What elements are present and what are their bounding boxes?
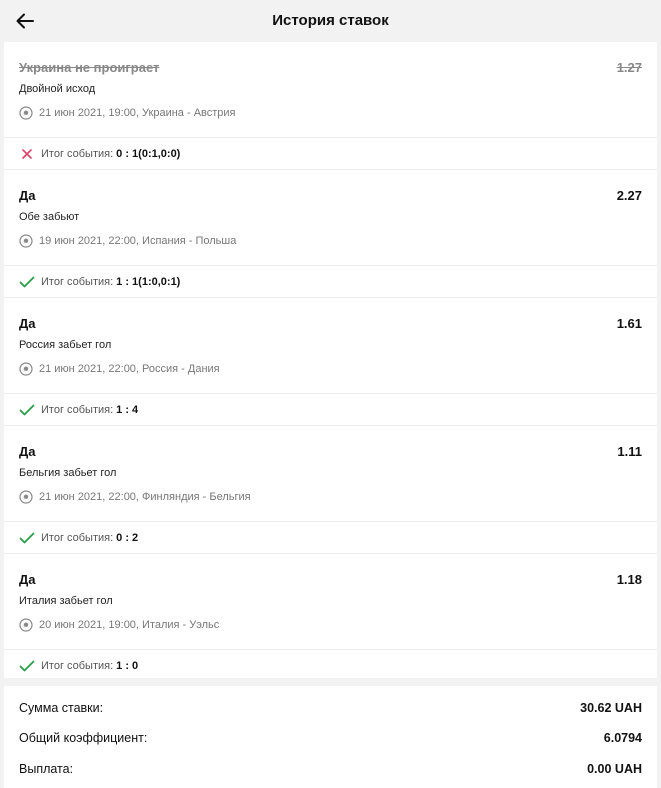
payout-label: Выплата: [19,762,74,776]
result-score: 1 : 0 [116,659,139,672]
result-label: Итог события: [41,147,114,160]
bet-event-text: 21 июн 2021, 19:00, Украина - Австрия [39,107,236,119]
bet-odds: 1.11 [617,444,642,459]
bet-item: Да 2.27 Обе забьют 19 июн 2021, 22:00, И… [4,170,657,266]
page-title: История ставок [272,12,389,29]
bet-event-text: 20 июн 2021, 19:00, Италия - Уэльс [39,619,220,631]
soccer-ball-icon [19,234,33,248]
bet-pick: Да [19,444,36,459]
bet-item: Украина не проиграет 1.27 Двойной исход … [4,42,657,138]
bet-list: Украина не проиграет 1.27 Двойной исход … [4,42,657,678]
result-label: Итог события: [41,403,114,416]
soccer-ball-icon [19,106,33,120]
result-score: 1 : 1(1:0,0:1) [116,275,181,288]
bet-summary: Сумма ставки: 30.62 UAH Общий коэффициен… [4,686,657,788]
soccer-ball-icon [19,362,33,376]
result-label: Итог события: [41,531,114,544]
checkmark-icon [19,403,35,417]
soccer-ball-icon [19,618,33,632]
bet-market: Двойной исход [19,83,96,95]
checkmark-icon [19,531,35,545]
payout-row: Выплата: 0.00 UAH [19,759,642,779]
soccer-ball-icon [19,490,33,504]
bet-event: 21 июн 2021, 22:00, Финляндия - Бельгия [19,490,251,504]
header: История ставок [0,0,661,42]
stake-label: Сумма ставки: [19,701,104,715]
bet-odds: 1.61 [616,316,642,331]
bet-event: 21 июн 2021, 22:00, Россия - Дания [19,362,220,376]
payout-value: 0.00 UAH [587,762,642,776]
result-label: Итог события: [41,659,114,672]
result-score: 0 : 2 [116,531,139,544]
bet-odds: 1.18 [616,572,642,587]
stake-row: Сумма ставки: 30.62 UAH [19,698,642,718]
coefficient-label: Общий коэффициент: [19,731,148,745]
bet-event-text: 21 июн 2021, 22:00, Финляндия - Бельгия [39,491,251,503]
result-score: 1 : 4 [116,403,139,416]
bet-event: 19 июн 2021, 22:00, Испания - Польша [19,234,236,248]
bet-odds: 1.27 [616,60,642,75]
bet-event-text: 19 июн 2021, 22:00, Испания - Польша [39,235,237,247]
bet-item: Да 1.61 Россия забьет гол 21 июн 2021, 2… [4,298,657,394]
bet-event: 20 июн 2021, 19:00, Италия - Уэльс [19,618,219,632]
bet-result: Итог события: 1 : 1(1:0,0:1) [4,266,657,298]
bet-pick: Да [19,572,36,587]
bet-result: Итог события: 1 : 4 [4,394,657,426]
bet-pick: Да [19,188,36,203]
bet-result: Итог события: 0 : 1(0:1,0:0) [4,138,657,170]
coefficient-value: 6.0794 [603,731,642,745]
bet-market: Бельгия забьет гол [19,467,117,479]
bet-pick: Да [19,316,36,331]
bet-event: 21 июн 2021, 19:00, Украина - Австрия [19,106,236,120]
bet-result: Итог события: 0 : 2 [4,522,657,554]
bet-result: Итог события: 1 : 0 [4,650,657,681]
bet-item: Да 1.18 Италия забьет гол 20 июн 2021, 1… [4,554,657,650]
bet-item: Да 1.11 Бельгия забьет гол 21 июн 2021, … [4,426,657,522]
bet-history-page: История ставок Украина не проиграет 1.27… [0,0,661,788]
bet-odds: 2.27 [616,188,642,203]
checkmark-icon [19,659,35,673]
bet-market: Обе забьют [19,211,80,223]
bet-event-text: 21 июн 2021, 22:00, Россия - Дания [39,363,220,375]
coefficient-row: Общий коэффициент: 6.0794 [19,728,642,748]
cross-icon [19,147,35,161]
bet-market: Россия забьет гол [19,339,112,351]
bet-market: Италия забьет гол [19,595,113,607]
stake-value: 30.62 UAH [580,701,642,715]
result-label: Итог события: [41,275,114,288]
checkmark-icon [19,275,35,289]
bet-pick: Украина не проиграет [19,60,160,75]
result-score: 0 : 1(0:1,0:0) [116,147,181,160]
